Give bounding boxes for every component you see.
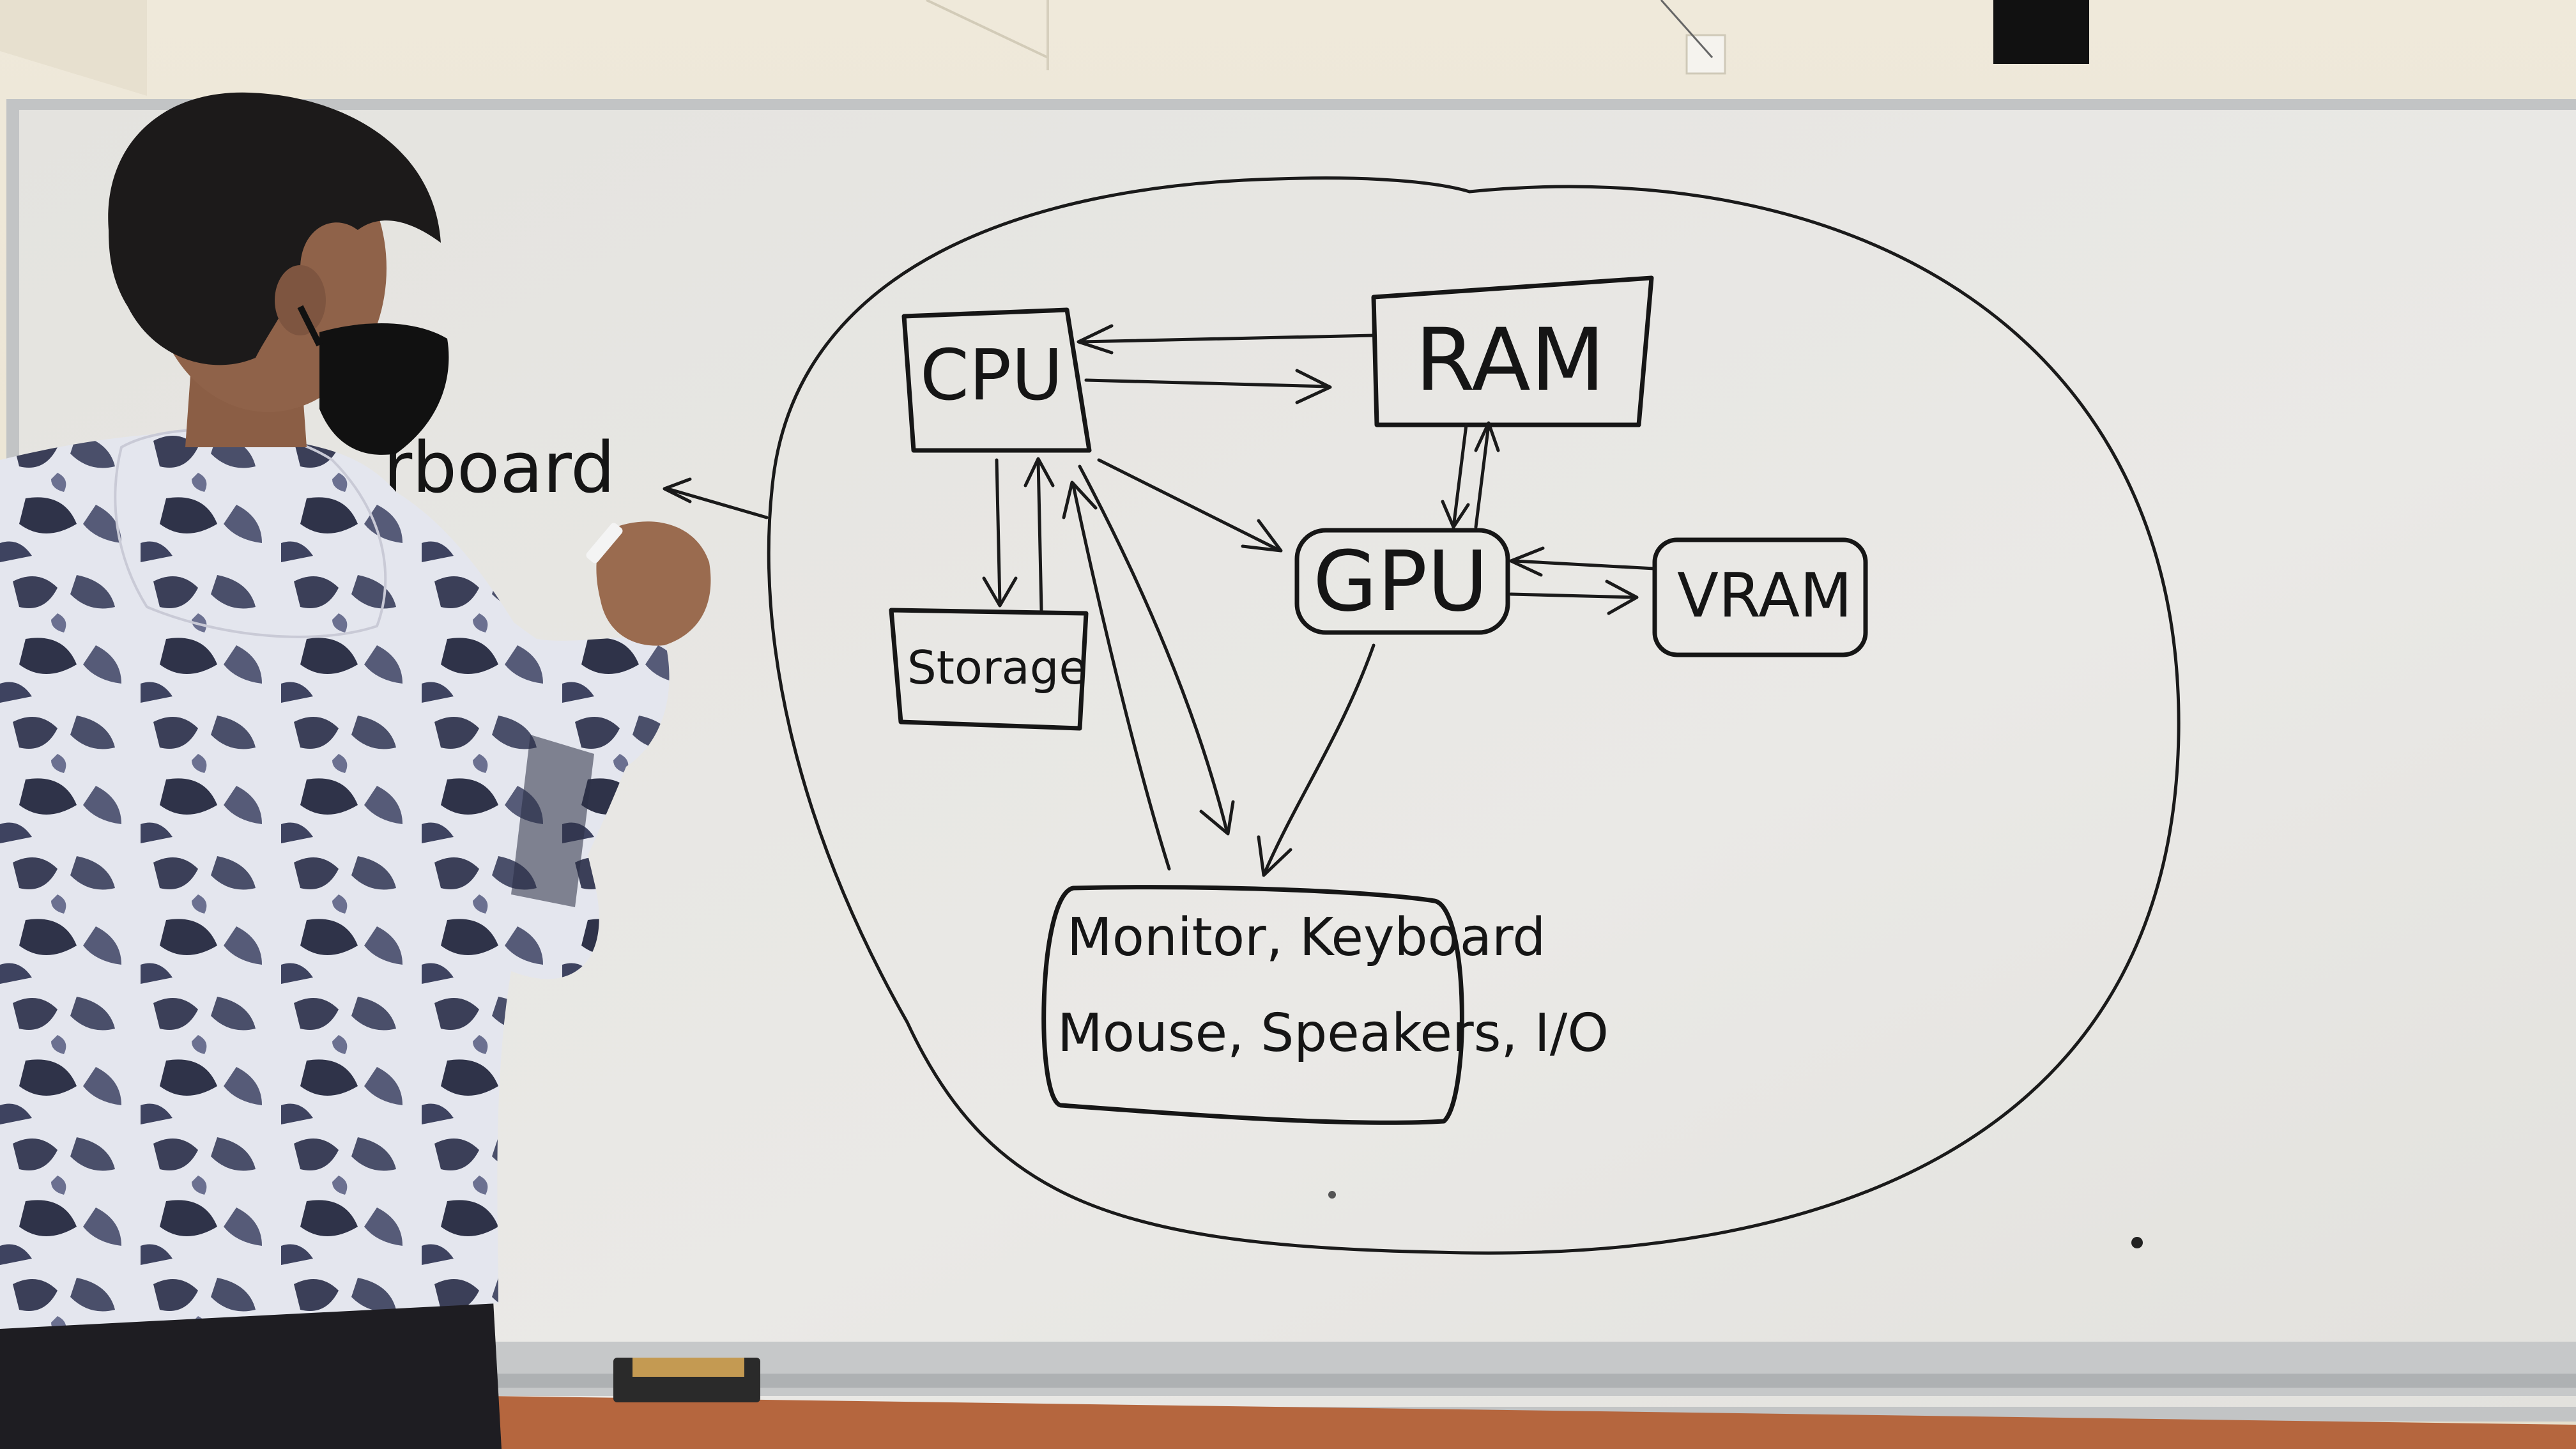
io-label-line2: Mouse, Speakers, I/O	[1057, 1003, 1609, 1064]
vram-label: VRAM	[1677, 561, 1852, 631]
board-speck	[2131, 1237, 2143, 1248]
classroom-scene: CPU RAM GPU VRAM Storage Monitor, Keyboa…	[0, 0, 2576, 1449]
marker-tray	[486, 1342, 2576, 1396]
motherboard-label-partial: rboard	[383, 427, 615, 509]
wall-speaker	[1993, 0, 2089, 64]
wall-outlet	[1685, 34, 1726, 75]
gpu-label: GPU	[1313, 533, 1488, 630]
storage-label: Storage	[907, 641, 1087, 694]
ram-label: RAM	[1415, 310, 1605, 410]
board-speck	[1328, 1191, 1336, 1199]
tray-lip	[486, 1374, 2576, 1388]
cpu-label: CPU	[920, 334, 1063, 416]
io-label-line1: Monitor, Keyboard	[1067, 907, 1545, 968]
person-ear	[275, 265, 326, 335]
eraser-top	[632, 1358, 744, 1377]
